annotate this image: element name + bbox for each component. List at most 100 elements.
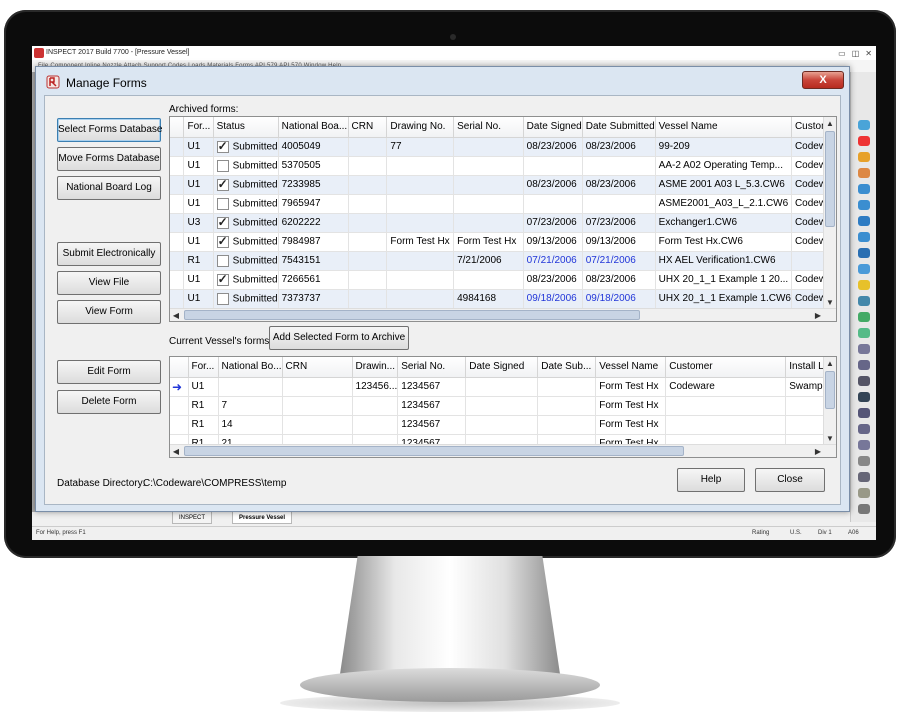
table-row[interactable]: U1 Submitted4005049 77 08/23/200608/23/2006…: [170, 137, 836, 157]
status-checkbox[interactable]: [216, 292, 229, 305]
component-icon[interactable]: [858, 344, 870, 354]
table-row[interactable]: U1 Submitted 5370505 AA-2 A02 Operating Tem…: [170, 156, 836, 176]
component-icon[interactable]: [858, 424, 870, 434]
row-selector[interactable]: [170, 396, 189, 416]
scroll-left-icon[interactable]: ◀: [170, 445, 182, 457]
national-board-log-button[interactable]: National Board Log: [57, 176, 161, 200]
close-button[interactable]: Close: [755, 468, 825, 492]
column-header[interactable]: Vessel Name: [655, 117, 792, 138]
scroll-up-icon[interactable]: ▲: [824, 357, 836, 370]
component-icon[interactable]: [858, 136, 870, 146]
component-icon[interactable]: [858, 360, 870, 370]
row-selector[interactable]: [170, 137, 185, 157]
row-selector[interactable]: [170, 232, 185, 252]
component-icon[interactable]: [858, 248, 870, 258]
scroll-up-icon[interactable]: ▲: [824, 117, 836, 130]
dialog-close-button[interactable]: X: [802, 71, 844, 89]
status-checkbox[interactable]: [216, 254, 229, 267]
row-selector[interactable]: [170, 251, 185, 271]
scrollbar-thumb[interactable]: [184, 310, 640, 320]
view-form-button[interactable]: View Form: [57, 300, 161, 324]
add-to-archive-button[interactable]: Add Selected Form to Archive: [269, 326, 409, 350]
column-header[interactable]: Date Signed: [465, 357, 539, 378]
row-selector[interactable]: [170, 194, 185, 214]
table-row[interactable]: U1Submitted723398508/23/200608/23/2006AS…: [170, 175, 836, 195]
column-header[interactable]: Vessel Name: [595, 357, 667, 378]
component-icon[interactable]: [858, 232, 870, 242]
column-header[interactable]: CRN: [282, 357, 353, 378]
component-icon[interactable]: [858, 264, 870, 274]
edit-form-button[interactable]: Edit Form: [57, 360, 161, 384]
status-checkbox[interactable]: [216, 197, 229, 210]
close-icon[interactable]: ✕: [865, 47, 872, 61]
table-row[interactable]: U1 Submitted 7373737 4984168 09/18/2006 09/18…: [170, 289, 836, 309]
status-checkbox[interactable]: [216, 215, 229, 229]
row-selector[interactable]: [170, 213, 185, 233]
row-selector[interactable]: [170, 175, 185, 195]
scrollbar-thumb[interactable]: [825, 371, 835, 409]
current-vertical-scrollbar[interactable]: ▲ ▼: [823, 357, 836, 445]
component-icon[interactable]: [858, 120, 870, 130]
row-selector[interactable]: ➜: [170, 377, 189, 397]
component-icon[interactable]: [858, 472, 870, 482]
column-header[interactable]: Drawing No.: [386, 117, 455, 138]
column-header[interactable]: Serial No.: [397, 357, 467, 378]
scroll-right-icon[interactable]: ▶: [812, 445, 824, 457]
row-selector[interactable]: [170, 270, 185, 290]
component-icon[interactable]: [858, 280, 870, 290]
archived-vertical-scrollbar[interactable]: ▲ ▼: [823, 117, 836, 309]
column-header[interactable]: For...: [183, 117, 214, 138]
table-row[interactable]: ➜ U1 123456... 1234567 Form Test Hx Codeware S…: [170, 377, 833, 397]
component-icon[interactable]: [858, 168, 870, 178]
row-selector[interactable]: [170, 156, 185, 176]
component-icon[interactable]: [858, 312, 870, 322]
status-checkbox[interactable]: [216, 139, 229, 153]
column-header[interactable]: Date Submitted: [582, 117, 656, 138]
component-icon[interactable]: [858, 152, 870, 162]
move-forms-database-button[interactable]: Move Forms Database: [57, 147, 161, 171]
minimize-icon[interactable]: ▭: [838, 47, 846, 61]
component-icon[interactable]: [858, 328, 870, 338]
delete-form-button[interactable]: Delete Form: [57, 390, 161, 414]
column-header[interactable]: National Bo...: [218, 357, 283, 378]
table-row[interactable]: U3Submitted620222207/23/200607/23/2006Ex…: [170, 213, 836, 233]
column-header[interactable]: National Boa...: [278, 117, 349, 138]
status-checkbox[interactable]: [216, 234, 229, 248]
table-row[interactable]: U1Submitted7984987Form Test HxForm Test …: [170, 232, 836, 252]
row-selector[interactable]: [170, 289, 185, 309]
status-checkbox[interactable]: [216, 272, 229, 286]
table-row[interactable]: R1 14 1234567 Form Test Hx: [170, 415, 833, 435]
component-icon[interactable]: [858, 456, 870, 466]
component-icon[interactable]: [858, 296, 870, 306]
component-icon[interactable]: [858, 440, 870, 450]
tab-inspect[interactable]: INSPECT: [172, 512, 213, 524]
restore-icon[interactable]: ◫: [852, 47, 860, 61]
column-header[interactable]: Drawin...: [352, 357, 399, 378]
select-forms-database-button[interactable]: Select Forms Database: [57, 118, 163, 142]
status-checkbox[interactable]: [216, 177, 229, 191]
component-icon[interactable]: [858, 504, 870, 514]
column-header[interactable]: Status: [213, 117, 279, 138]
component-icon[interactable]: [858, 200, 870, 210]
scrollbar-thumb[interactable]: [184, 446, 684, 456]
component-icon[interactable]: [858, 408, 870, 418]
submit-electronically-button[interactable]: Submit Electronically: [57, 242, 161, 266]
column-header[interactable]: Serial No.: [453, 117, 524, 138]
component-icon[interactable]: [858, 216, 870, 226]
scrollbar-thumb[interactable]: [825, 131, 835, 227]
scroll-left-icon[interactable]: ◀: [170, 309, 182, 321]
help-button[interactable]: Help: [677, 468, 745, 492]
archived-horizontal-scrollbar[interactable]: ◀ ▶: [170, 308, 836, 321]
current-horizontal-scrollbar[interactable]: ◀ ▶: [170, 444, 836, 457]
column-header[interactable]: CRN: [348, 117, 388, 138]
table-row[interactable]: U1 Submitted 7965947 ASME2001_A03_L_2.1.CW6…: [170, 194, 836, 214]
status-checkbox[interactable]: [216, 159, 229, 172]
column-header[interactable]: Date Signed: [523, 117, 583, 138]
component-icon[interactable]: [858, 392, 870, 402]
view-file-button[interactable]: View File: [57, 271, 161, 295]
table-row[interactable]: R1 Submitted 7543151 7/21/2006 07/21/2006 07/…: [170, 251, 836, 271]
table-row[interactable]: R1 7 1234567 Form Test Hx: [170, 396, 833, 416]
component-icon[interactable]: [858, 488, 870, 498]
tab-pressure-vessel[interactable]: Pressure Vessel: [232, 512, 293, 524]
table-row[interactable]: U1Submitted726656108/23/200608/23/2006UH…: [170, 270, 836, 290]
